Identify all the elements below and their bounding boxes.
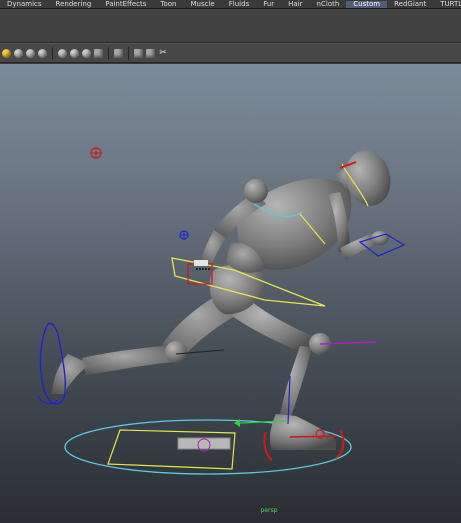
toolbar-separator: [128, 46, 129, 60]
shelf-tab-muscle[interactable]: Muscle: [184, 1, 222, 8]
back-shin: [82, 346, 175, 375]
sphere-icon[interactable]: [38, 48, 47, 58]
front-shin: [279, 346, 312, 422]
shelf-tab-custom[interactable]: Custom: [346, 1, 388, 8]
cube-icon[interactable]: [146, 48, 155, 58]
sphere-icon[interactable]: [14, 48, 23, 58]
shelf-tabs: Dynamics Rendering PaintEffects Toon Muscle F…: [0, 0, 461, 9]
shelf-tab-toon[interactable]: Toon: [153, 1, 183, 8]
cube-icon[interactable]: [134, 48, 143, 58]
shelf-toolbar: ✂: [0, 43, 461, 63]
shelf-tab-fur[interactable]: Fur: [256, 1, 281, 8]
viewport-label: persp: [260, 507, 278, 514]
render-icon[interactable]: [114, 48, 123, 58]
shelf-tab-turtle[interactable]: TURTLE: [433, 1, 461, 8]
back-knee: [165, 341, 187, 363]
sphere-icon[interactable]: [70, 48, 79, 58]
sphere-icon[interactable]: [26, 48, 35, 58]
maya-window: Dynamics Rendering PaintEffects Toon Muscle F…: [0, 0, 461, 523]
shelf-tab-ncloth[interactable]: nCloth: [310, 1, 347, 8]
scissors-icon[interactable]: ✂: [158, 48, 168, 58]
light-icon[interactable]: [58, 48, 67, 58]
scene-svg: [37, 147, 406, 475]
target-locator[interactable]: [90, 147, 102, 159]
sphere-icon[interactable]: [82, 48, 91, 58]
shelf-tab-dynamics[interactable]: Dynamics: [0, 1, 49, 8]
shelf-tab-redgiant[interactable]: RedGiant: [387, 1, 433, 8]
back-shoulder: [244, 179, 268, 203]
toolbar-separator: [108, 46, 109, 60]
shelf-tab-painteffects[interactable]: PaintEffects: [98, 1, 153, 8]
toolbar-separator: [52, 46, 53, 60]
shelf-area: [0, 9, 461, 43]
shelf-tab-hair[interactable]: Hair: [281, 1, 309, 8]
texture-icon[interactable]: [94, 48, 103, 58]
shelf-tab-rendering[interactable]: Rendering: [49, 1, 99, 8]
shelf-tab-fluids[interactable]: Fluids: [222, 1, 256, 8]
sphere-yellow-icon[interactable]: [2, 48, 11, 58]
root-plate: [177, 437, 231, 450]
viewport-3d[interactable]: [0, 64, 461, 523]
